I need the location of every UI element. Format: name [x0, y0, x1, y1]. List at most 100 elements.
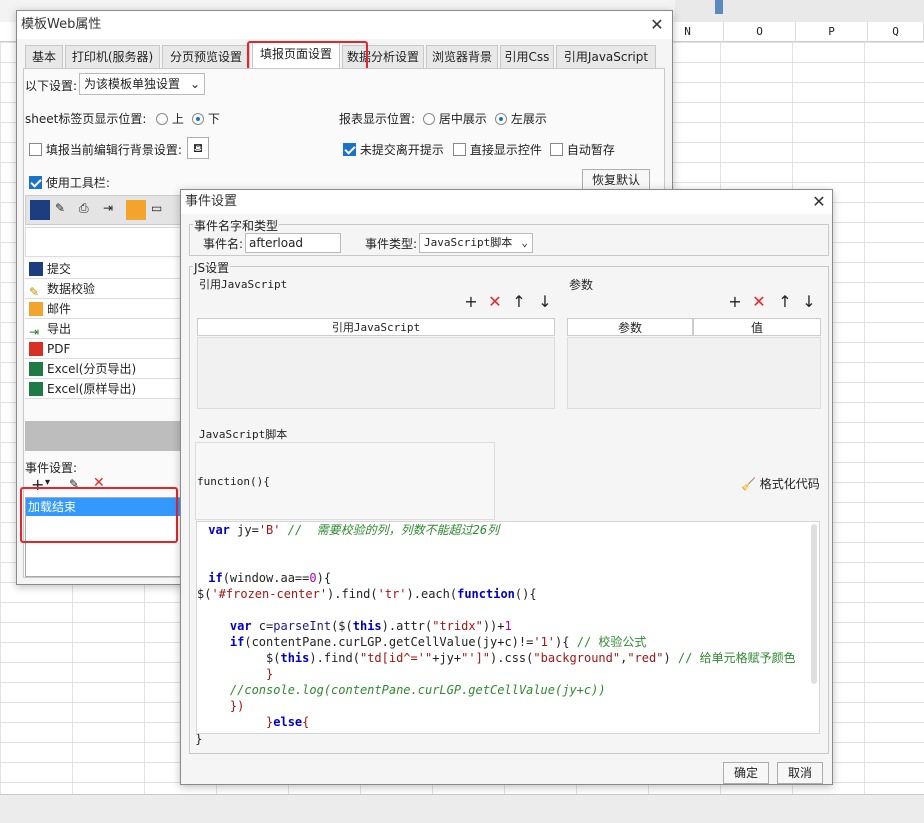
chevron-down-icon: ⌄: [189, 77, 200, 91]
param-column-header[interactable]: 参数: [567, 318, 693, 336]
code-line-7: if(contentPane.curLGP.getCellValue(jy+c)…: [201, 634, 647, 650]
js-settings-label: JS设置: [193, 259, 231, 276]
list-item-label: 提交: [47, 262, 72, 276]
format-code-button[interactable]: 🧹 格式化代码: [741, 475, 820, 492]
event-type-select[interactable]: JavaScript脚本 ⌄: [419, 233, 533, 253]
code-token: ){: [316, 571, 332, 585]
tab-page-preview[interactable]: 分页预览设置: [162, 45, 250, 69]
column-header-o[interactable]: O: [724, 22, 796, 42]
excel-icon: [29, 382, 43, 396]
print-icon[interactable]: ⎙: [78, 200, 98, 220]
code-line-4: $('#frozen-center').find('tr').each(func…: [197, 586, 537, 602]
event-name-input[interactable]: afterload: [245, 233, 341, 253]
code-token: "']": [461, 651, 491, 665]
code-token: this: [280, 651, 310, 665]
radio-icon: [156, 113, 168, 125]
script-label: JavaScript脚本: [199, 428, 288, 441]
email-icon[interactable]: [126, 200, 146, 220]
ref-js-table[interactable]: [197, 337, 555, 409]
report-position-label: 报表显示位置:: [339, 112, 416, 126]
list-item-label: 导出: [47, 322, 72, 336]
code-token: var: [201, 523, 230, 537]
export-icon: ⇥: [29, 325, 40, 339]
code-token: +jy+: [432, 651, 462, 665]
code-token: (contentPane.curLGP.getCellValue(jy+c)!=: [244, 635, 534, 649]
tab-basic[interactable]: 基本: [25, 45, 63, 69]
paint-bucket-icon[interactable]: ⛾: [187, 137, 209, 159]
direct-show-controls-label: 直接显示控件: [469, 143, 542, 157]
close-icon[interactable]: ✕: [647, 15, 667, 35]
code-scrollbar[interactable]: [811, 524, 817, 684]
code-line-3: if(window.aa==0){: [201, 570, 331, 586]
close-icon[interactable]: ✕: [809, 192, 829, 212]
code-token: "background": [533, 651, 621, 665]
code-token: ).find(: [309, 651, 360, 665]
broom-icon: 🧹: [741, 477, 756, 491]
pencil-icon: ✎: [29, 285, 40, 299]
save-icon: [29, 262, 43, 276]
pencil-icon[interactable]: ✎: [54, 200, 74, 220]
arrow-down-icon[interactable]: ↓: [801, 294, 817, 310]
code-line-6: var c=parseInt($(this).attr("tridx"))+1: [201, 618, 512, 634]
arrow-up-icon[interactable]: ↑: [511, 294, 527, 310]
arrow-up-icon[interactable]: ↑: [777, 294, 793, 310]
code-token: "red": [627, 651, 664, 665]
add-icon[interactable]: +: [727, 294, 743, 310]
save-icon[interactable]: [30, 200, 50, 220]
following-settings-label: 以下设置:: [25, 79, 78, 93]
tab-browser-bg[interactable]: 浏览器背景: [426, 45, 498, 69]
delete-icon[interactable]: ✕: [487, 294, 503, 310]
code-token: this: [352, 619, 382, 633]
cancel-button[interactable]: 取消: [777, 762, 823, 784]
unsubmitted-prompt-option[interactable]: 未提交离开提示: [343, 141, 444, 158]
web-properties-title: 模板Web属性: [17, 11, 672, 39]
code-token: c=: [251, 619, 274, 633]
restore-default-button[interactable]: 恢复默认: [582, 169, 650, 191]
ref-js-column-header[interactable]: 引用JavaScript: [197, 318, 555, 336]
checkbox-checked-icon: [29, 176, 42, 189]
email-icon: [29, 302, 43, 316]
fill-row-bg-option[interactable]: 填报当前编辑行背景设置:: [29, 141, 182, 158]
arrow-down-icon[interactable]: ↓: [537, 294, 553, 310]
code-token: 'B': [258, 523, 281, 537]
fill-row-bg-label: 填报当前编辑行背景设置:: [45, 143, 182, 157]
tab-ref-javascript[interactable]: 引用JavaScript: [556, 45, 656, 69]
list-item-label: 数据校验: [47, 282, 96, 296]
code-line-1: var jy='B' // 需要校验的列，列数不能超过26列: [201, 522, 499, 538]
delete-icon[interactable]: ✕: [751, 294, 767, 310]
tab-printer[interactable]: 打印机(服务器): [65, 45, 160, 69]
code-token: jy=: [229, 523, 259, 537]
code-token: '1': [533, 635, 556, 649]
checkbox-checked-icon: [343, 143, 356, 156]
report-left-option[interactable]: 左展示: [495, 110, 547, 127]
tab-ref-css[interactable]: 引用Css: [500, 45, 554, 69]
add-icon[interactable]: +: [463, 294, 479, 310]
export-icon[interactable]: ⇥: [102, 200, 122, 220]
checkbox-icon: [29, 143, 42, 156]
list-item-label: Excel(原样导出): [47, 382, 137, 396]
bottom-scrollbar[interactable]: [0, 794, 924, 823]
code-line-8: $(this).find("td[id^='"+jy+"']").css("ba…: [201, 650, 796, 666]
code-token: 1: [504, 619, 512, 633]
direct-show-controls-option[interactable]: 直接显示控件: [453, 141, 542, 158]
column-header-p[interactable]: P: [796, 22, 868, 42]
use-toolbar-option[interactable]: 使用工具栏:: [29, 174, 110, 191]
layout-icon[interactable]: ▭: [150, 200, 170, 220]
javascript-code-editor[interactable]: var jy='B' // 需要校验的列，列数不能超过26列 if(window…: [196, 521, 820, 734]
settings-scope-select[interactable]: 为该模板单独设置 ⌄: [79, 73, 205, 95]
code-token: // 需要校验的列，列数不能超过26列: [280, 523, 500, 537]
excel-icon: [29, 362, 43, 376]
code-token: ($(: [331, 619, 353, 633]
value-column-header[interactable]: 值: [693, 318, 821, 336]
code-line-10: //console.log(contentPane.curLGP.getCell…: [201, 683, 606, 697]
ref-js-label: 引用JavaScript: [199, 278, 288, 291]
column-header-q[interactable]: Q: [868, 22, 924, 42]
sheet-tab-bottom-option[interactable]: 下: [192, 110, 220, 127]
report-center-option[interactable]: 居中展示: [423, 110, 487, 127]
params-table[interactable]: [567, 337, 821, 409]
code-token: ).find(: [327, 587, 378, 601]
sheet-tab-top-option[interactable]: 上: [156, 110, 184, 127]
top-strip: [675, 0, 924, 22]
ok-button[interactable]: 确定: [723, 762, 769, 784]
auto-save-option[interactable]: 自动暂存: [550, 141, 615, 158]
